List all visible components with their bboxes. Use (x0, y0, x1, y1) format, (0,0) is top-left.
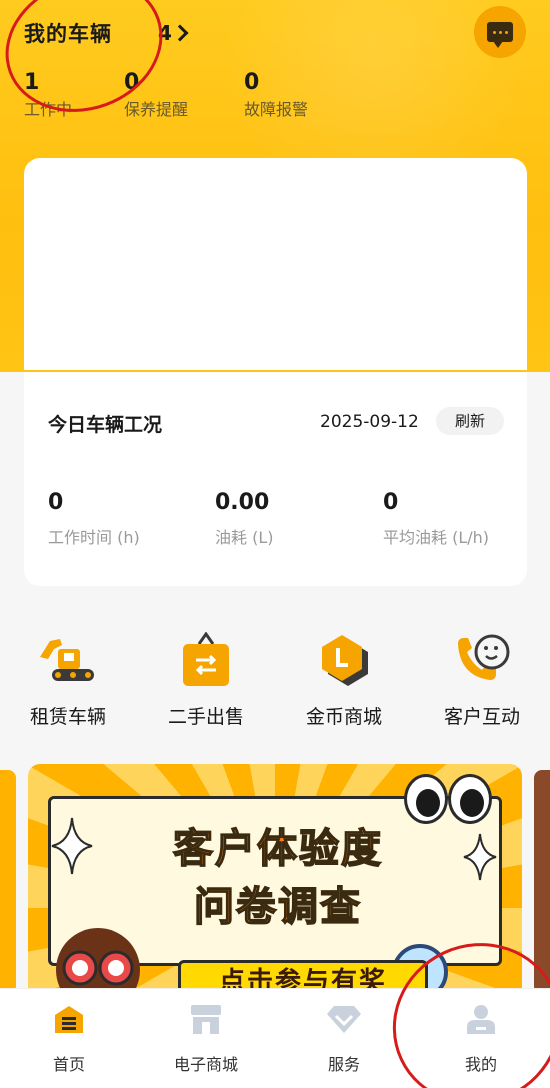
shortcut-label: 金币商城 (305, 706, 382, 728)
metric-avg-fuel: 0 平均油耗 (L/h) (383, 490, 489, 548)
exchange-bag-icon (146, 630, 266, 690)
metric-work-time: 0 工作时间 (h) (48, 490, 140, 548)
diamond-icon (289, 999, 399, 1039)
tab-service[interactable]: 服务 (289, 999, 399, 1075)
metric-value: 0.00 (215, 490, 270, 515)
excavator-icon (8, 630, 128, 690)
tab-store[interactable]: 电子商城 (151, 999, 261, 1075)
banner-title-line1: 客户体验度 (172, 825, 383, 873)
condition-card: 今日车辆工况 2025-09-12 刷新 0 工作时间 (h) 0.00 油耗 … (24, 372, 527, 586)
metric-fuel: 0.00 油耗 (L) (215, 490, 274, 548)
shortcut-rental[interactable]: 租赁车辆 (8, 630, 128, 729)
carousel-next-card[interactable] (534, 770, 550, 994)
tab-label: 电子商城 (173, 1055, 238, 1074)
metric-label: 平均油耗 (L/h) (383, 528, 490, 547)
stat-value: 0 (244, 70, 260, 95)
carousel-prev-card[interactable] (0, 770, 16, 994)
message-icon (487, 22, 513, 48)
vehicle-image-panel (24, 158, 527, 370)
card-title: 今日车辆工况 (48, 414, 163, 436)
sparkle-icon (51, 817, 93, 875)
stat-label: 故障报警 (244, 100, 309, 119)
shortcut-coin-mall[interactable]: 金币商城 (284, 630, 404, 729)
eye-icon (404, 774, 448, 824)
message-button[interactable] (474, 6, 526, 58)
stat-fault[interactable]: 0 故障报警 (244, 70, 308, 122)
gold-coin-icon (284, 630, 404, 690)
metric-value: 0 (383, 490, 399, 515)
eye-icon (448, 774, 492, 824)
metric-value: 0 (48, 490, 64, 515)
store-icon (151, 999, 261, 1039)
refresh-button[interactable]: 刷新 (436, 407, 504, 435)
tab-label: 服务 (327, 1055, 360, 1074)
metric-label: 工作时间 (h) (48, 528, 140, 547)
sparkle-icon (463, 833, 497, 881)
tab-home[interactable]: 首页 (14, 999, 124, 1075)
home-icon (14, 999, 124, 1039)
phone-smile-icon (422, 630, 542, 690)
shortcut-secondhand[interactable]: 二手出售 (146, 630, 266, 729)
card-date: 2025-09-12 (320, 412, 419, 432)
tab-label: 首页 (52, 1055, 85, 1074)
stat-label: 保养提醒 (124, 100, 189, 119)
shortcut-label: 客户互动 (443, 706, 520, 728)
header-background: 我的车辆 4 1 工作中 0 保养提醒 0 故障报警 (0, 0, 550, 372)
shortcut-interaction[interactable]: 客户互动 (422, 630, 542, 729)
metric-label: 油耗 (L) (215, 528, 274, 547)
shortcut-label: 租赁车辆 (29, 706, 106, 728)
shortcut-label: 二手出售 (167, 706, 244, 728)
chevron-right-icon (171, 24, 189, 42)
